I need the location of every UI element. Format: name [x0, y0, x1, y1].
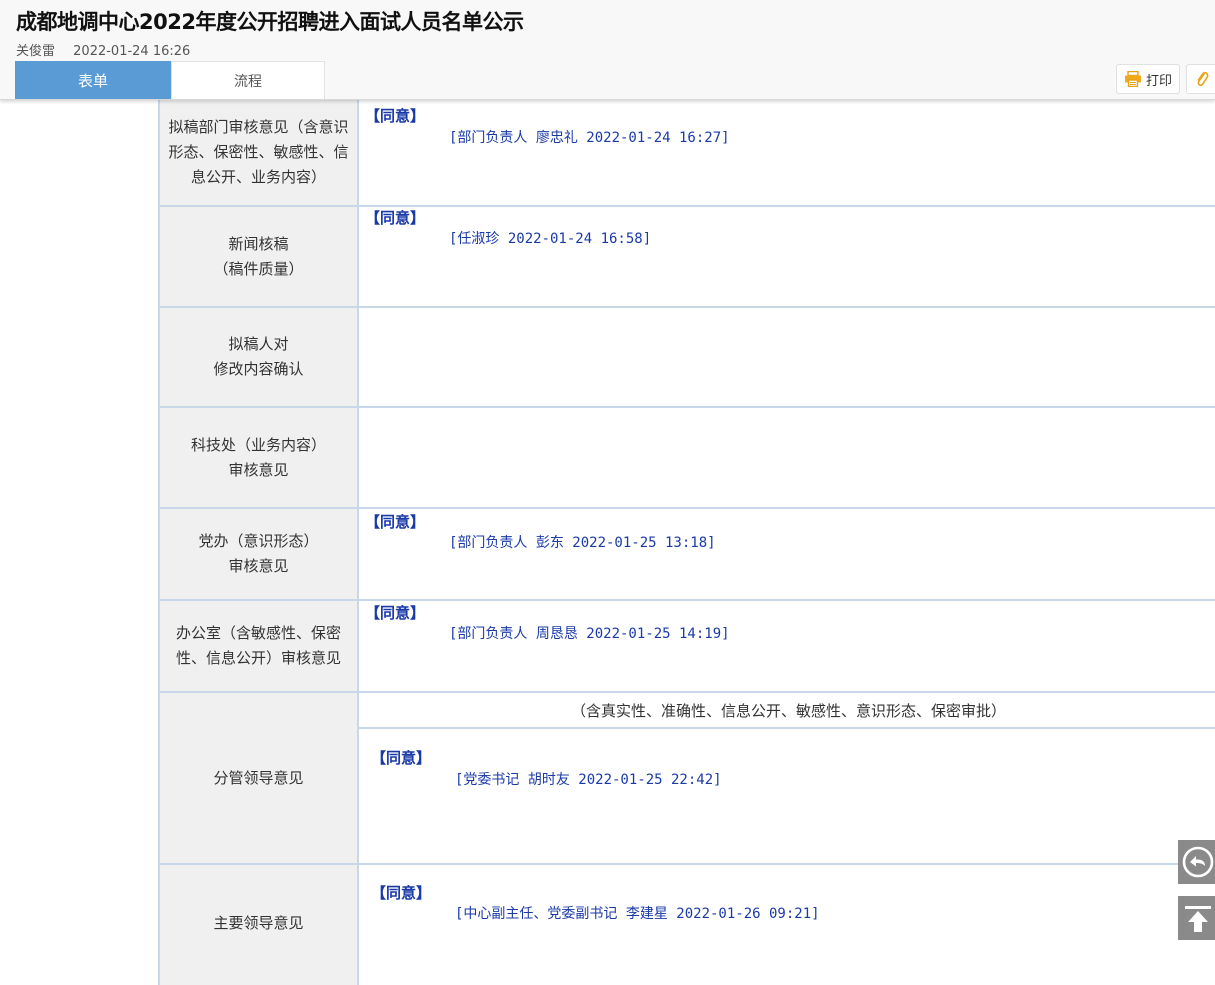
- row-label: 党办（意识形态） 审核意见: [160, 509, 359, 599]
- form-row-news-review: 新闻核稿 （稿件质量） 【同意】 [任淑珍 2022-01-24 16:58]: [158, 207, 1215, 308]
- form-row-party-office: 党办（意识形态） 审核意见 【同意】 [部门负责人 彭东 2022-01-25 …: [158, 509, 1215, 601]
- approval-scope-note: （含真实性、准确性、信息公开、敏感性、意识形态、保密审批）: [359, 693, 1215, 729]
- approval-form: 拟稿部门审核意见（含意识形态、保密性、敏感性、信息公开、业务内容） 【同意】 […: [158, 100, 1215, 985]
- form-row-deputy-leader: 分管领导意见 （含真实性、准确性、信息公开、敏感性、意识形态、保密审批） 【同意…: [158, 693, 1215, 865]
- signature-text: [部门负责人 廖忠礼 2022-01-24 16:27]: [449, 130, 730, 146]
- paperclip-icon: [1197, 71, 1209, 86]
- row-content: 【同意】 [部门负责人 廖忠礼 2022-01-24 16:27]: [359, 100, 1215, 205]
- row-content: 【同意】 [部门负责人 彭东 2022-01-25 13:18]: [359, 509, 1215, 599]
- row-label: 办公室（含敏感性、保密 性、信息公开）审核意见: [160, 601, 359, 691]
- opinion-text: 【同意】: [365, 513, 426, 531]
- signature-text: [部门负责人 彭东 2022-01-25 13:18]: [449, 535, 716, 551]
- row-content: 【同意】 [任淑珍 2022-01-24 16:58]: [359, 207, 1215, 306]
- print-label: 打印: [1145, 73, 1172, 89]
- return-icon: [1182, 846, 1214, 878]
- back-to-top-icon: [1185, 906, 1211, 932]
- opinion-text: 【同意】: [371, 749, 432, 767]
- signature-text: [任淑珍 2022-01-24 16:58]: [449, 231, 652, 247]
- row-label-line: 党办（意识形态）: [198, 532, 319, 550]
- row-label: 拟稿人对 修改内容确认: [160, 308, 359, 406]
- row-label: 新闻核稿 （稿件质量）: [160, 207, 359, 306]
- signature-text: [部门负责人 周恳恳 2022-01-25 14:19]: [449, 626, 730, 642]
- row-label-line: 新闻核稿: [228, 234, 289, 253]
- signature-text: [党委书记 胡时友 2022-01-25 22:42]: [455, 772, 722, 788]
- back-to-top-button[interactable]: [1178, 896, 1215, 940]
- attachment-button[interactable]: [1186, 64, 1215, 94]
- row-content: （含真实性、准确性、信息公开、敏感性、意识形态、保密审批） 【同意】 [党委书记…: [359, 693, 1215, 863]
- row-label: 主要领导意见: [160, 865, 359, 985]
- opinion-text: 【同意】: [365, 107, 426, 125]
- tab-flow[interactable]: 流程: [171, 61, 325, 99]
- opinion-text: 【同意】: [365, 209, 426, 227]
- form-row-main-leader: 主要领导意见 【同意】 [中心副主任、党委副书记 李建星 2022-01-26 …: [158, 865, 1215, 985]
- document-header: 成都地调中心2022年度公开招聘进入面试人员名单公示 关俊雷 2022-01-2…: [0, 0, 1215, 100]
- form-row-tech-dept: 科技处（业务内容） 审核意见: [158, 408, 1215, 509]
- document-title: 成都地调中心2022年度公开招聘进入面试人员名单公示: [16, 10, 524, 34]
- row-content: 【同意】 [部门负责人 周恳恳 2022-01-25 14:19]: [359, 601, 1215, 691]
- row-content: [359, 408, 1215, 507]
- row-label-line: 审核意见: [228, 557, 289, 575]
- form-row-drafter-confirm: 拟稿人对 修改内容确认: [158, 308, 1215, 408]
- printer-icon: [1124, 71, 1141, 87]
- form-row-general-office: 办公室（含敏感性、保密 性、信息公开）审核意见 【同意】 [部门负责人 周恳恳 …: [158, 601, 1215, 693]
- row-label: 科技处（业务内容） 审核意见: [160, 408, 359, 507]
- signature-text: [中心副主任、党委副书记 李建星 2022-01-26 09:21]: [455, 906, 820, 922]
- row-label-line: 办公室（含敏感性、保密: [175, 624, 341, 642]
- row-label-line: 科技处（业务内容）: [190, 435, 326, 454]
- opinion-text: 【同意】: [365, 604, 426, 622]
- document-created-at: 2022-01-24 16:26: [73, 44, 191, 59]
- row-label-line: 审核意见: [228, 460, 289, 479]
- row-label-line: 修改内容确认: [213, 360, 304, 378]
- row-label: 拟稿部门审核意见（含意识形态、保密性、敏感性、信息公开、业务内容）: [160, 100, 359, 205]
- row-label-line: 性、信息公开）审核意见: [175, 649, 341, 667]
- row-content: 【同意】 [中心副主任、党委副书记 李建星 2022-01-26 09:21]: [359, 865, 1215, 985]
- row-content: [359, 308, 1215, 406]
- print-button[interactable]: 打印: [1116, 64, 1180, 94]
- tab-form[interactable]: 表单: [15, 61, 171, 99]
- document-meta: 关俊雷 2022-01-24 16:26: [16, 40, 190, 59]
- opinion-text: 【同意】: [371, 884, 432, 902]
- form-row-drafting-dept: 拟稿部门审核意见（含意识形态、保密性、敏感性、信息公开、业务内容） 【同意】 […: [158, 100, 1215, 207]
- return-button[interactable]: [1178, 840, 1215, 884]
- row-label-line: （稿件质量）: [213, 259, 304, 278]
- row-label: 分管领导意见: [160, 693, 359, 863]
- document-author: 关俊雷: [16, 44, 56, 59]
- row-label-line: 拟稿人对: [228, 335, 289, 353]
